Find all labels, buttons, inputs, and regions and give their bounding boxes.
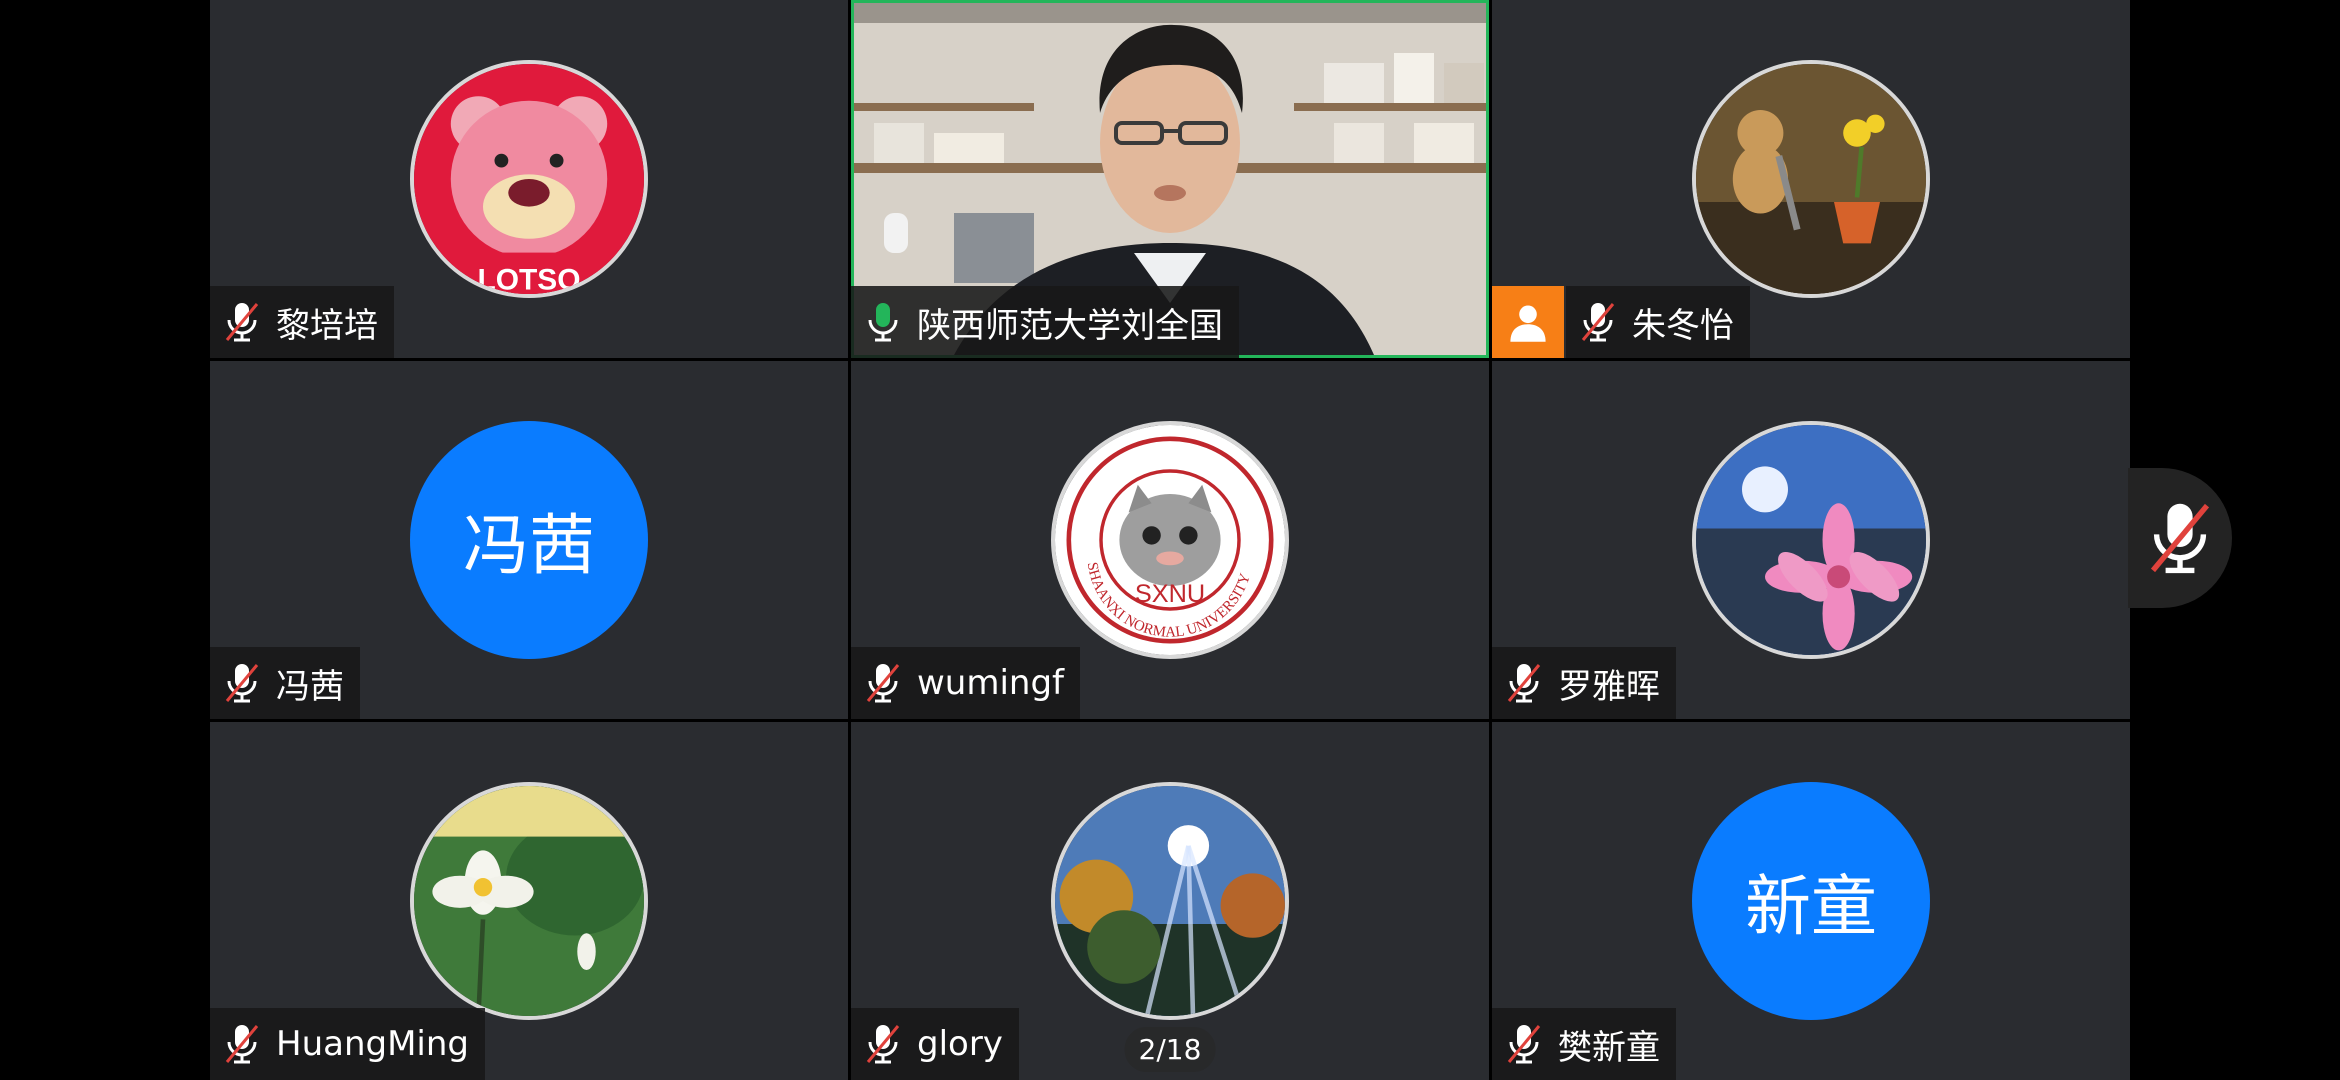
- participant-name: 陕西师范大学刘全国: [917, 305, 1223, 346]
- mic-muted-icon: [225, 303, 259, 342]
- mic-muted-icon: [1507, 1025, 1541, 1064]
- participant-name: HuangMing: [276, 1024, 469, 1064]
- participant-name: 朱冬怡: [1632, 305, 1734, 346]
- participant-avatar: [1692, 421, 1930, 659]
- flower-sky-avatar-image: [1696, 425, 1926, 655]
- nameplate: wumingf: [851, 647, 1081, 719]
- mic-muted-icon: [225, 664, 259, 703]
- participant-tile[interactable]: HuangMing: [210, 722, 848, 1080]
- nameplate: HuangMing: [210, 1008, 485, 1080]
- person-icon: [1492, 286, 1564, 358]
- mic-muted-icon: [866, 1025, 900, 1064]
- participant-avatar: LOTSO: [410, 60, 648, 298]
- participant-tile[interactable]: LOTSO 黎培培: [210, 0, 848, 358]
- sxnu-logo-text: SXNU: [1135, 580, 1205, 608]
- mic-muted-icon: [1507, 664, 1541, 703]
- teddy-bear-avatar-image: [1696, 64, 1926, 294]
- participant-name: wumingf: [917, 663, 1065, 703]
- participant-name: 冯茜: [276, 666, 344, 707]
- participant-name: 樊新童: [1558, 1027, 1660, 1068]
- participant-tile[interactable]: 罗雅晖: [1492, 361, 2130, 719]
- lotus-avatar-image: [414, 786, 644, 1016]
- participant-avatar-text: 新童: [1692, 782, 1930, 1020]
- nameplate: 罗雅晖: [1492, 647, 1676, 719]
- participant-tile[interactable]: 朱冬怡: [1492, 0, 2130, 358]
- participant-tile[interactable]: glory 2/18: [851, 722, 1489, 1080]
- bear-avatar-image: LOTSO: [414, 64, 644, 294]
- nameplate: 陕西师范大学刘全国: [851, 286, 1239, 358]
- participant-name: 黎培培: [276, 305, 378, 346]
- participant-tile[interactable]: 冯茜 冯茜: [210, 361, 848, 719]
- floating-mic-toggle-button[interactable]: [2128, 468, 2232, 608]
- nameplate: 冯茜: [210, 647, 360, 719]
- participant-avatar: [410, 782, 648, 1020]
- forest-sun-avatar-image: [1055, 786, 1285, 1016]
- mic-muted-icon: [1581, 303, 1615, 342]
- participant-avatar: SXNU SHAANXI NORMAL UNIVERSITY: [1051, 421, 1289, 659]
- university-logo-cat-avatar-image: SXNU SHAANXI NORMAL UNIVERSITY: [1055, 425, 1285, 655]
- nameplate: 朱冬怡: [1566, 286, 1750, 358]
- nameplate: 樊新童: [1492, 1008, 1676, 1080]
- participant-grid: LOTSO 黎培培 陕西师范大学刘全国 朱冬怡 冯茜 冯茜 SXNU SHAAN…: [210, 0, 2130, 1080]
- participant-avatar: [1051, 782, 1289, 1020]
- nameplate: 黎培培: [210, 286, 394, 358]
- mic-muted-icon: [225, 1025, 259, 1064]
- participant-tile[interactable]: 新童 樊新童: [1492, 722, 2130, 1080]
- participant-name: glory: [917, 1024, 1003, 1064]
- participant-name: 罗雅晖: [1558, 666, 1660, 707]
- participant-avatar: [1692, 60, 1930, 298]
- mic-muted-icon: [866, 664, 900, 703]
- participant-tile-active-speaker[interactable]: 陕西师范大学刘全国: [851, 0, 1489, 358]
- nameplate: glory: [851, 1008, 1019, 1080]
- page-indicator[interactable]: 2/18: [1124, 1027, 1216, 1072]
- lotso-text: LOTSO: [478, 263, 581, 294]
- participant-tile[interactable]: SXNU SHAANXI NORMAL UNIVERSITY wumingf: [851, 361, 1489, 719]
- participant-avatar-text: 冯茜: [410, 421, 648, 659]
- mic-active-icon: [868, 303, 898, 342]
- mic-off-icon: [2150, 503, 2210, 574]
